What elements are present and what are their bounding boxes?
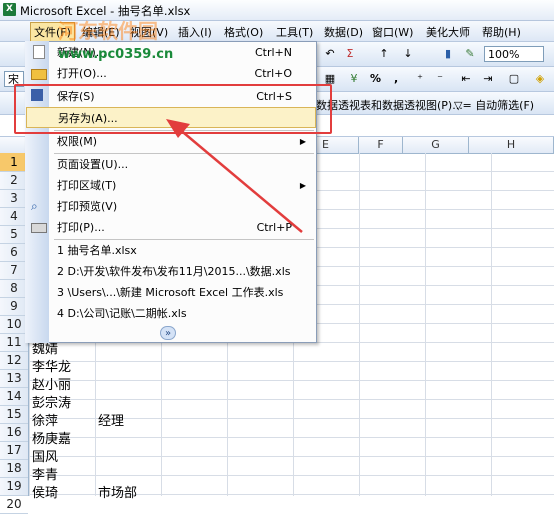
- row-header[interactable]: 20: [0, 495, 28, 514]
- annotation-arrow: [166, 119, 303, 233]
